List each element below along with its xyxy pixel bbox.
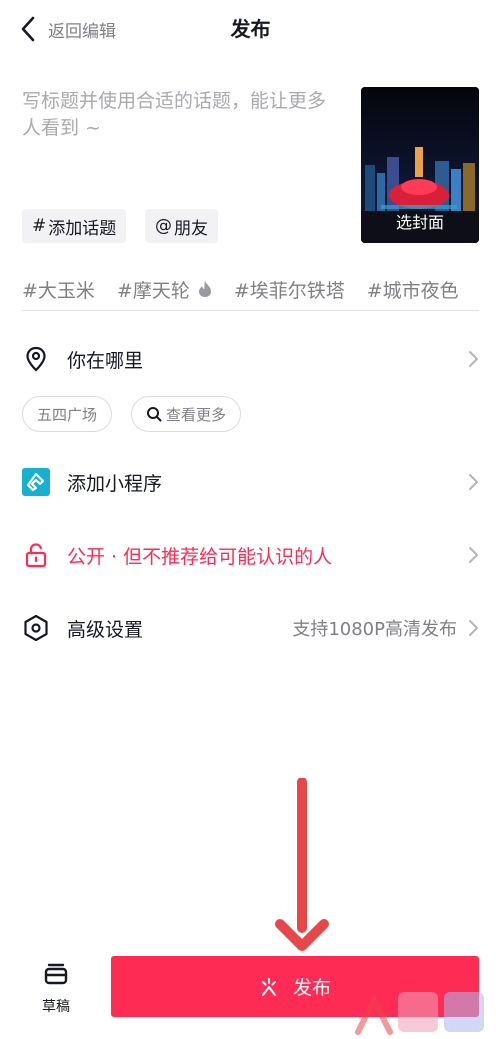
visibility-row[interactable]: 公开 · 但不推荐给可能认识的人: [22, 535, 479, 575]
annotation-arrow: [275, 778, 329, 951]
topic-label: #大玉米: [22, 279, 95, 302]
location-row[interactable]: 你在哪里: [22, 339, 479, 379]
add-topic-label: 添加话题: [48, 218, 117, 239]
add-mini-program-row[interactable]: 添加小程序: [22, 462, 479, 502]
advanced-settings-row[interactable]: 高级设置 支持1080P高清发布: [22, 608, 479, 648]
chevron-left-icon: [21, 16, 35, 42]
see-more-locations-chip[interactable]: 查看更多: [131, 396, 242, 432]
mention-label: 朋友: [174, 218, 208, 239]
location-pin-icon: [22, 345, 50, 373]
cover-label: 选封面: [395, 213, 444, 232]
lock-icon: [22, 541, 50, 569]
sparkle-icon: [261, 977, 276, 996]
suggested-topics: #大玉米 #摩天轮 #埃菲尔铁塔 #城市夜色: [22, 272, 481, 306]
topic-label: #城市夜色: [366, 279, 459, 302]
publish-button[interactable]: 发布: [111, 956, 479, 1017]
mention-friends-chip[interactable]: @ 朋友: [145, 209, 218, 243]
divider: [22, 310, 479, 311]
chevron-right-icon: [469, 351, 478, 367]
chevron-right-icon: [469, 620, 478, 636]
back-label: 返回编辑: [48, 21, 116, 42]
hashtag-icon: #: [32, 216, 47, 236]
advanced-settings-label: 高级设置: [67, 618, 144, 641]
location-chip-label: 五四广场: [37, 405, 98, 424]
location-label: 你在哪里: [67, 349, 144, 372]
settings-hex-icon: [22, 614, 50, 642]
suggested-topic-item[interactable]: #大玉米: [22, 276, 95, 303]
topic-label: #埃菲尔铁塔: [233, 279, 345, 302]
hd-upload-hint: 支持1080P高清发布: [292, 619, 457, 640]
drafts-button[interactable]: 草稿: [30, 960, 82, 1016]
suggested-topic-item[interactable]: #城市夜色: [367, 276, 459, 303]
drafts-icon: [44, 963, 68, 985]
top-bar: 返回编辑 发布: [0, 0, 501, 58]
location-chip[interactable]: 五四广场: [22, 396, 113, 432]
suggested-topic-item[interactable]: #摩天轮: [117, 276, 212, 303]
suggested-topic-item[interactable]: #埃菲尔铁塔: [234, 276, 345, 303]
cover-selector[interactable]: 选封面: [361, 87, 479, 243]
back-to-edit-button[interactable]: 返回编辑: [18, 14, 116, 44]
publish-label: 发布: [292, 977, 331, 999]
mini-program-label: 添加小程序: [67, 472, 163, 495]
fire-icon: [198, 281, 211, 297]
see-more-label: 查看更多: [166, 405, 227, 424]
topic-label: #摩天轮: [116, 279, 190, 302]
at-icon: @: [155, 216, 172, 236]
chevron-right-icon: [469, 547, 478, 563]
visibility-label: 公开 · 但不推荐给可能认识的人: [67, 545, 333, 568]
drafts-label: 草稿: [42, 999, 70, 1015]
description-input[interactable]: 写标题并使用合适的话题，能让更多人看到 ~: [22, 88, 344, 142]
chevron-right-icon: [469, 474, 478, 490]
search-icon: [147, 407, 162, 422]
add-topic-chip[interactable]: # 添加话题: [22, 209, 127, 243]
mini-program-icon: [22, 468, 50, 496]
